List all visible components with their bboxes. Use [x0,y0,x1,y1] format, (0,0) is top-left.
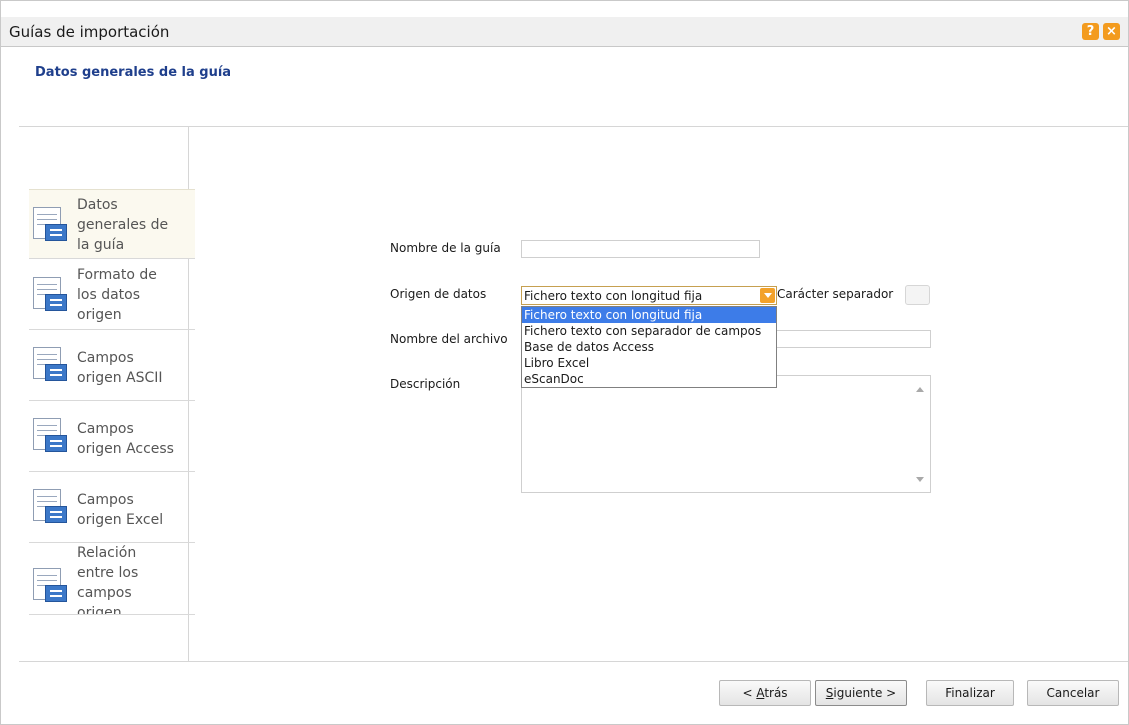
scroll-down-icon[interactable] [916,477,924,482]
scroll-up-icon[interactable] [916,387,924,392]
guide-name-input[interactable] [521,240,760,258]
step-campos-origen-access[interactable]: Campos origen Access [29,402,195,472]
cancel-button[interactable]: Cancelar [1027,680,1119,706]
step-label: Campos origen ASCII [77,350,163,386]
step-label: Campos origen Excel [77,492,164,528]
page-title: Datos generales de la guía [35,65,232,80]
close-icon[interactable]: × [1103,23,1120,40]
page-header: Datos generales de la guía [19,47,1128,127]
separator-label: Carácter separador [777,287,894,301]
step-label: Campos origen Access [77,421,174,457]
step-label: Relación entre los campos origen... [77,545,139,615]
chevron-down-icon[interactable] [760,288,775,303]
document-list-icon [33,418,67,454]
step-label: Datos generales de la guía [77,197,169,253]
separator-input[interactable] [905,285,930,305]
next-button[interactable]: Siguiente > [815,680,907,706]
document-list-icon [33,347,67,383]
document-list-icon [33,207,67,243]
file-name-label: Nombre del archivo [390,332,508,346]
option-escandoc[interactable]: eScanDoc [522,371,776,387]
wizard-steps-sidebar: Datos generales de la guía Formato de lo… [19,127,195,661]
option-fichero-longitud-fija[interactable]: Fichero texto con longitud fija [522,307,776,323]
description-textarea[interactable] [521,375,931,493]
step-campos-origen-ascii[interactable]: Campos origen ASCII [29,331,195,401]
title-bar: Guías de importación ? × [1,17,1128,47]
document-list-icon [33,568,67,604]
finish-button[interactable]: Finalizar [926,680,1014,706]
step-formato-datos-origen[interactable]: Formato de los datos origen [29,260,195,330]
data-source-dropdown-list: Fichero texto con longitud fija Fichero … [521,306,777,388]
name-label: Nombre de la guía [390,241,501,255]
option-fichero-separador[interactable]: Fichero texto con separador de campos [522,323,776,339]
step-relacion-campos-origen[interactable]: Relación entre los campos origen... [29,544,195,615]
step-campos-origen-excel[interactable]: Campos origen Excel [29,473,195,543]
import-guides-window: Guías de importación ? × Datos generales… [0,0,1129,725]
option-libro-excel[interactable]: Libro Excel [522,355,776,371]
window-title: Guías de importación [9,23,170,41]
step-label: Formato de los datos origen [77,267,157,323]
help-icon[interactable]: ? [1082,23,1099,40]
back-button[interactable]: < Atrás [719,680,811,706]
data-source-select[interactable]: Fichero texto con longitud fija [521,286,777,305]
document-list-icon [33,489,67,525]
wizard-footer: < Atrás Siguiente > Finalizar Cancelar [19,661,1128,725]
data-source-label: Origen de datos [390,287,487,301]
option-base-datos-access[interactable]: Base de datos Access [522,339,776,355]
description-label: Descripción [390,377,461,391]
document-list-icon [33,277,67,313]
step-datos-generales[interactable]: Datos generales de la guía [29,189,195,259]
data-source-value: Fichero texto con longitud fija [524,289,703,303]
